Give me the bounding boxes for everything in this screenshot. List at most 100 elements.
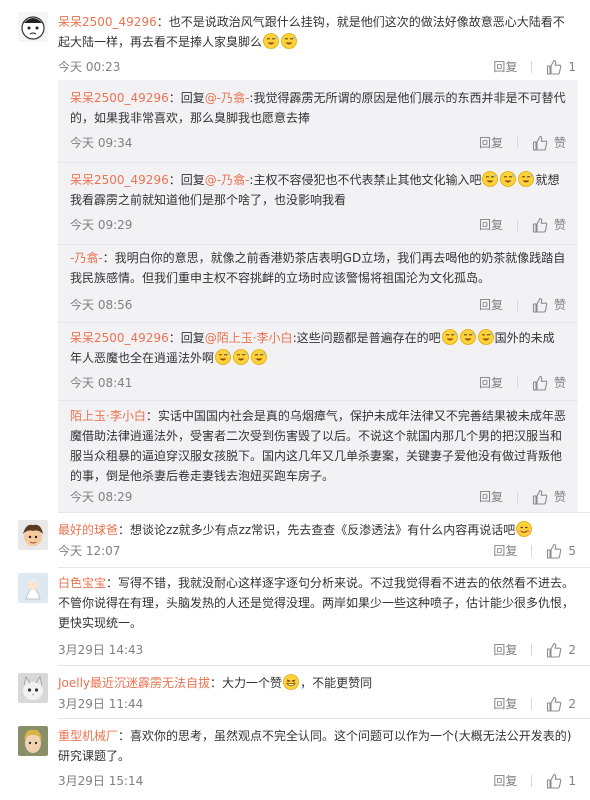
username-link[interactable]: 重型机械厂 <box>58 729 118 743</box>
mention-link[interactable]: @-乃翕- <box>205 173 250 187</box>
sweat-smile-emoji <box>251 349 268 365</box>
divider <box>531 545 533 557</box>
reply-item: 陌上玉·李小白：实话中国国内社会是真的乌烟瘴气，保护未成年法律又不完善结果被未成… <box>70 406 566 505</box>
divider <box>58 512 590 513</box>
sweat-smile-emoji <box>215 349 232 365</box>
comment-text: 最好的球爸：想谈论zz就多少有点zz常识，先去查查《反渗透法》有什么内容再说话吧 <box>58 520 576 540</box>
avatar[interactable] <box>18 726 48 756</box>
reply-prefix: ：回复 <box>168 91 205 105</box>
comment-body: ：想谈论zz就多少有点zz常识，先去查查《反渗透法》有什么内容再说话吧 <box>118 523 516 537</box>
avatar[interactable] <box>18 12 48 42</box>
avatar[interactable] <box>18 520 48 550</box>
like-button[interactable]: 2 <box>546 695 576 713</box>
divider <box>58 322 578 323</box>
username-link[interactable]: 白色宝宝 <box>58 576 106 590</box>
mention-link[interactable]: @-乃翕- <box>205 91 250 105</box>
reply-body: ：我明白你的意思，就像之前香港奶茶店表明GD立场，我们再去喝他的奶茶就像践踏自我… <box>70 251 566 285</box>
thumbs-up-icon <box>532 297 548 313</box>
comment-meta: 3月29日 15:14 回复 1 <box>58 772 576 790</box>
timestamp: 今天 09:34 <box>70 136 133 150</box>
comment-body: ：喜欢你的思考，虽然观点不完全认同。这个问题可以作为一个(大概无法公开发表的)研… <box>58 729 572 763</box>
thumbs-up-icon <box>532 217 548 233</box>
thumbs-up-icon <box>532 375 548 391</box>
reply-button[interactable]: 回复 <box>479 374 503 392</box>
divider <box>58 718 590 719</box>
like-button[interactable]: 2 <box>546 641 576 659</box>
reply-item: 呆呆2500_49296：回复@-乃翕-:我觉得霹雳无所谓的原因是他们展示的东西… <box>70 88 566 151</box>
reply-item: 呆呆2500_49296：回复@-乃翕-:主权不容侵犯也不代表禁止其他文化输入吧… <box>70 170 566 233</box>
reply-button[interactable]: 回复 <box>479 134 503 152</box>
divider <box>58 400 578 401</box>
like-button[interactable]: 赞 <box>532 488 566 506</box>
username-link[interactable]: Joelly最近沉迷霹雳无法自拔 <box>58 676 210 690</box>
sweat-smile-emoji <box>459 329 476 345</box>
username-link[interactable]: 最好的球爸 <box>58 523 118 537</box>
divider <box>58 567 590 568</box>
reply-button[interactable]: 回复 <box>479 216 503 234</box>
comment-body: ：写得不错，我就没耐心这样逐字逐句分析来说。不过我觉得看不进去的依然看不进去。不… <box>58 576 575 630</box>
sweat-smile-emoji <box>518 171 535 187</box>
reply-meta: 今天 09:34 回复 赞 <box>70 134 566 152</box>
like-count: 1 <box>568 60 576 74</box>
reply-text: 呆呆2500_49296：回复@-乃翕-:主权不容侵犯也不代表禁止其他文化输入吧… <box>70 170 566 210</box>
reply-meta: 今天 09:29 回复 赞 <box>70 216 566 234</box>
sweat-smile-emoji <box>233 349 250 365</box>
mention-link[interactable]: @陌上玉·李小白 <box>205 331 293 345</box>
timestamp: 今天 08:41 <box>70 376 133 390</box>
timestamp: 3月29日 15:14 <box>58 774 144 788</box>
timestamp: 3月29日 11:44 <box>58 697 144 711</box>
reply-button[interactable]: 回复 <box>479 488 503 506</box>
thumbs-up-icon <box>532 135 548 151</box>
username-link[interactable]: -乃翕- <box>70 251 103 265</box>
username-link[interactable]: 呆呆2500_49296 <box>70 173 169 187</box>
divider <box>58 244 578 245</box>
reply-button[interactable]: 回复 <box>493 772 517 790</box>
reply-button[interactable]: 回复 <box>493 641 517 659</box>
timestamp: 今天 09:29 <box>70 218 133 232</box>
timestamp: 3月29日 14:43 <box>58 643 144 657</box>
like-button[interactable]: 赞 <box>532 374 566 392</box>
timestamp: 今天 08:56 <box>70 298 133 312</box>
comment-text: 白色宝宝：写得不错，我就没耐心这样逐字逐句分析来说。不过我觉得看不进去的依然看不… <box>58 573 576 633</box>
username-link[interactable]: 呆呆2500_49296 <box>58 15 157 29</box>
comment-body-continued: ，不能更赞同 <box>300 676 373 690</box>
comment-item: Joelly最近沉迷霹雳无法自拔：大力一个赞 ，不能更赞同 3月29日 11:44… <box>0 673 590 713</box>
divider <box>58 162 578 163</box>
like-label: 赞 <box>553 376 566 390</box>
like-button[interactable]: 赞 <box>532 296 566 314</box>
thumbs-up-icon <box>547 696 562 712</box>
timestamp: 今天 00:23 <box>58 60 121 74</box>
username-link[interactable]: 呆呆2500_49296 <box>70 91 169 105</box>
divider <box>531 61 533 73</box>
divider <box>516 299 518 311</box>
thumbs-up-icon <box>532 489 548 505</box>
like-button[interactable]: 赞 <box>532 134 566 152</box>
reply-button[interactable]: 回复 <box>493 695 517 713</box>
reply-meta: 今天 08:29 回复 赞 <box>70 488 566 506</box>
like-button[interactable]: 1 <box>546 58 576 76</box>
reply-button[interactable]: 回复 <box>493 58 517 76</box>
username-link[interactable]: 陌上玉·李小白 <box>70 409 146 423</box>
comment-meta: 3月29日 11:44 回复 2 <box>58 695 576 713</box>
avatar[interactable] <box>18 573 48 603</box>
like-button[interactable]: 1 <box>546 772 576 790</box>
like-count: 1 <box>568 774 576 788</box>
like-button[interactable]: 赞 <box>532 216 566 234</box>
avatar[interactable] <box>18 673 48 703</box>
divider <box>516 377 518 389</box>
reply-meta: 今天 08:56 回复 赞 <box>70 296 566 314</box>
comment-item: 呆呆2500_49296：也不是说政治风气跟什么挂钩，就是他们这次的做法好像故意… <box>0 12 590 532</box>
reply-button[interactable]: 回复 <box>479 296 503 314</box>
username-link[interactable]: 呆呆2500_49296 <box>70 331 169 345</box>
like-count: 2 <box>568 643 576 657</box>
divider <box>516 491 518 503</box>
reply-button[interactable]: 回复 <box>493 542 517 560</box>
reply-text: -乃翕-：我明白你的意思，就像之前香港奶茶店表明GD立场，我们再去喝他的奶茶就像… <box>70 248 566 288</box>
smug-emoji <box>516 521 533 537</box>
like-button[interactable]: 5 <box>546 542 576 560</box>
like-label: 赞 <box>553 298 566 312</box>
reply-text: 呆呆2500_49296：回复@陌上玉·李小白:这些问题都是普遍存在的吧 国外的未… <box>70 328 566 368</box>
comment-body: ：大力一个赞 <box>210 676 283 690</box>
sweat-smile-emoji <box>482 171 499 187</box>
comment-text: 呆呆2500_49296：也不是说政治风气跟什么挂钩，就是他们这次的做法好像故意… <box>58 12 576 52</box>
